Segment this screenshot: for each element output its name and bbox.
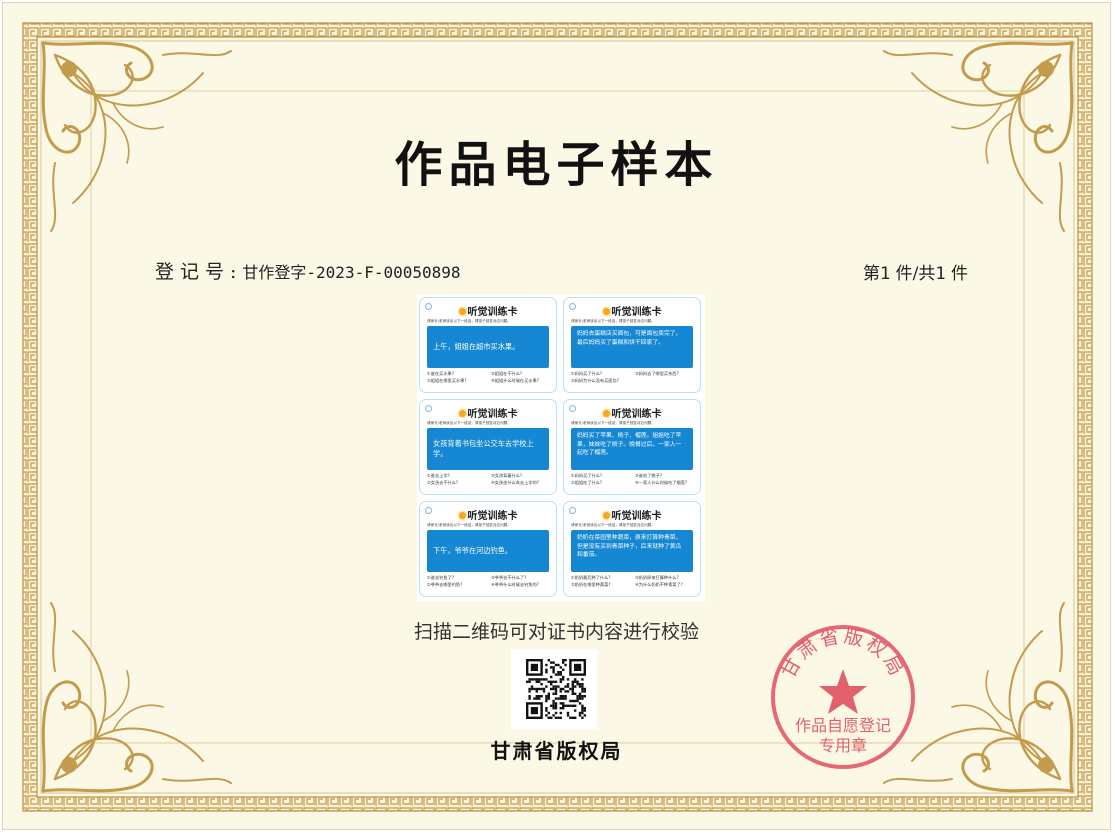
card-story: 妈妈去蛋糕店买面包，可是面包卖完了。最后妈妈买了蛋糕和饼干回家了。 — [571, 326, 693, 368]
card-instruction: 请家长/老师读出以下一段话，请孩子回答对应问题。 — [571, 421, 655, 425]
card-question: ①谁去上学? — [427, 473, 450, 478]
training-card: 听觉训练卡 请家长/老师读出以下一段话，请孩子回答对应问题。 女孩背着书包坐公交… — [419, 399, 557, 495]
verify-instruction: 扫描二维码可对证书内容进行校验 — [413, 621, 699, 643]
card-title: 听觉训练卡 — [467, 307, 518, 318]
page-current: 1 — [879, 264, 891, 284]
card-question: ③谁吃了桃子? — [635, 473, 662, 478]
training-card: 听觉训练卡 请家长/老师读出以下一段话，请孩子回答对应问题。 妈妈去蛋糕店买面包… — [563, 297, 701, 393]
card-questions: ①谁去上学? ③女孩背着什么? ②女孩去干什么? ④女孩坐什么车去上学的? — [427, 473, 552, 486]
card-question — [635, 378, 696, 384]
card-question: ①妈妈买了什么? — [571, 473, 603, 478]
card-questions: ①谁去钓鱼了? ③爷爷去干什么了? ②爷爷去哪里钓鱼? ④爷爷什么时候去钓鱼的? — [427, 575, 552, 588]
card-question: ②爷爷去哪里钓鱼? — [427, 582, 463, 587]
card-question: ②姐姐吃了什么? — [571, 480, 603, 485]
card-question: ①谁在买水果? — [427, 371, 454, 376]
training-card: 听觉训练卡 请家长/老师读出以下一段话，请孩子回答对应问题。 奶奶在菜园里种蔬菜… — [563, 501, 701, 597]
card-instruction: 请家长/老师读出以下一段话，请孩子回答对应问题。 — [427, 421, 511, 425]
qr-code-icon — [526, 659, 586, 719]
work-sample-image: 听觉训练卡 请家长/老师读出以下一段话，请孩子回答对应问题。 上午，姐姐在超市买… — [417, 295, 705, 601]
card-instruction: 请家长/老师读出以下一段话，请孩子回答对应问题。 — [571, 319, 655, 323]
lightbulb-icon — [458, 410, 466, 417]
card-instruction: 请家长/老师读出以下一段话，请孩子回答对应问题。 — [571, 523, 655, 527]
card-questions: ①妈妈买了什么? ③谁吃了桃子? ②姐姐吃了什么? ④一家人什么时候吃了榴莲? — [571, 473, 696, 486]
lightbulb-icon — [602, 308, 610, 315]
card-question: ④爷爷什么时候去钓鱼的? — [491, 582, 539, 587]
official-seal-stamp: 甘肃省版权局 作品自愿登记 专用章 — [771, 625, 915, 769]
svg-text:作品自愿登记: 作品自愿登记 — [795, 716, 891, 735]
card-question: ③女孩背着什么? — [491, 473, 523, 478]
card-question: ④一家人什么时候吃了榴莲? — [635, 480, 688, 485]
card-question: ①奶奶最后种了什么? — [571, 575, 611, 580]
card-story: 下午，爷爷在河边钓鱼。 — [427, 530, 549, 572]
card-title: 听觉训练卡 — [611, 511, 662, 522]
svg-text:专用章: 专用章 — [819, 736, 867, 755]
lightbulb-icon — [458, 512, 466, 519]
card-questions: ①奶奶最后种了什么? ③奶奶原来打算种什么? ②奶奶在哪里种蔬菜? ④为什么奶奶… — [571, 575, 696, 588]
card-instruction: 请家长/老师读出以下一段话，请孩子回答对应问题。 — [427, 523, 511, 527]
page-prefix: 第 — [862, 264, 880, 284]
training-card: 听觉训练卡 请家长/老师读出以下一段话，请孩子回答对应问题。 下午，爷爷在河边钓… — [419, 501, 557, 597]
card-title: 听觉训练卡 — [611, 307, 662, 318]
card-question: ③爷爷去干什么了? — [491, 575, 527, 580]
page-mid: 件/共 — [895, 264, 936, 284]
card-question: ③奶奶原来打算种什么? — [635, 575, 679, 580]
card-question: ④为什么奶奶不种青菜了? — [635, 582, 683, 587]
certificate-title: 作品电子样本 — [394, 137, 719, 193]
card-question: ②妈妈为什么没有买面包? — [571, 378, 619, 383]
card-question: ①妈妈买了什么? — [571, 371, 603, 376]
card-question: ①谁去钓鱼了? — [427, 575, 454, 580]
card-story: 女孩背着书包坐公交车去学校上学。 — [427, 428, 549, 470]
lightbulb-icon — [458, 308, 466, 315]
card-questions: ①妈妈买了什么? ③妈妈去了哪里买东西? ②妈妈为什么没有买面包? — [571, 371, 696, 384]
registration-number: 登记号:甘作登字-2023-F-00050898 — [155, 257, 461, 284]
registration-label: 登记号: — [155, 261, 243, 283]
card-question: ②姐姐在哪里买水果? — [427, 378, 467, 383]
card-question: ③妈妈去了哪里买东西? — [635, 371, 679, 376]
card-instruction: 请家长/老师读出以下一段话，请孩子回答对应问题。 — [427, 319, 511, 323]
card-question: ③姐姐在干什么? — [491, 371, 523, 376]
card-title: 听觉训练卡 — [611, 409, 662, 420]
card-title: 听觉训练卡 — [467, 409, 518, 420]
card-question: ④女孩坐什么车去上学的? — [491, 480, 539, 485]
qr-code[interactable] — [511, 649, 597, 729]
card-question: ④姐姐什么时候在买水果? — [491, 378, 539, 383]
card-questions: ①谁在买水果? ③姐姐在干什么? ②姐姐在哪里买水果? ④姐姐什么时候在买水果? — [427, 371, 552, 384]
card-story: 上午，姐姐在超市买水果。 — [427, 326, 549, 368]
card-title: 听觉训练卡 — [467, 511, 518, 522]
certificate: 作品电子样本 登记号:甘作登字-2023-F-00050898 第1 件/共1 … — [2, 2, 1111, 830]
card-question: ②女孩去干什么? — [427, 480, 459, 485]
training-card: 听觉训练卡 请家长/老师读出以下一段话，请孩子回答对应问题。 妈妈买了苹果、桃子… — [563, 399, 701, 495]
registration-value: 甘作登字-2023-F-00050898 — [242, 263, 461, 282]
card-story: 奶奶在菜园里种蔬菜，原来打算种青菜，但是没有买到青菜种子，后来就种了黄瓜和番茄。 — [571, 530, 693, 572]
card-question: ②奶奶在哪里种蔬菜? — [571, 582, 611, 587]
page-total: 1 — [935, 264, 946, 284]
page-suffix: 件 — [951, 264, 968, 284]
page-count: 第1 件/共1 件 — [863, 259, 968, 284]
issuer-name: 甘肃省版权局 — [490, 739, 623, 763]
lightbulb-icon — [602, 410, 610, 417]
card-story: 妈妈买了苹果、桃子、榴莲。姐姐吃了苹果，妹妹吃了桃子。晚餐过后，一家人一起吃了榴… — [571, 428, 693, 470]
lightbulb-icon — [602, 512, 610, 519]
training-card: 听觉训练卡 请家长/老师读出以下一段话，请孩子回答对应问题。 上午，姐姐在超市买… — [419, 297, 557, 393]
